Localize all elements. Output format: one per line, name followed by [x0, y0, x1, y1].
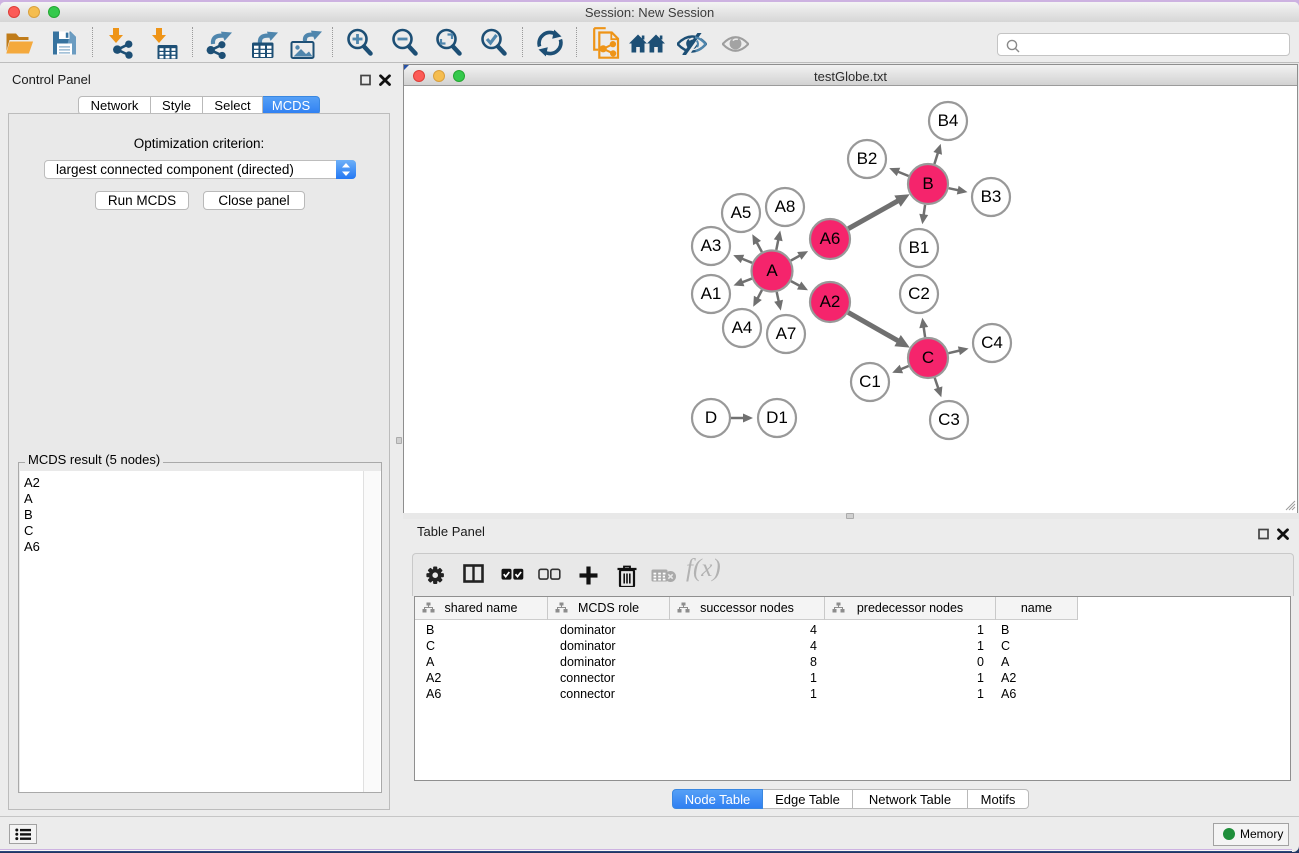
svg-text:C: C [922, 348, 934, 367]
svg-text:A: A [766, 261, 778, 280]
svg-text:A2: A2 [820, 292, 841, 311]
svg-text:B2: B2 [857, 149, 878, 168]
svg-text:C4: C4 [981, 333, 1003, 352]
svg-text:A5: A5 [731, 203, 752, 222]
svg-text:D1: D1 [766, 408, 788, 427]
svg-text:C2: C2 [908, 284, 930, 303]
svg-text:A1: A1 [701, 284, 722, 303]
svg-text:A8: A8 [775, 197, 796, 216]
svg-text:A7: A7 [776, 324, 797, 343]
svg-text:B: B [922, 174, 933, 193]
svg-text:B4: B4 [938, 111, 959, 130]
svg-text:A6: A6 [820, 229, 841, 248]
svg-text:A3: A3 [701, 236, 722, 255]
svg-text:B3: B3 [981, 187, 1002, 206]
svg-text:D: D [705, 408, 717, 427]
svg-text:C1: C1 [859, 372, 881, 391]
svg-text:C3: C3 [938, 410, 960, 429]
svg-text:B1: B1 [909, 238, 930, 257]
svg-text:A4: A4 [732, 318, 753, 337]
